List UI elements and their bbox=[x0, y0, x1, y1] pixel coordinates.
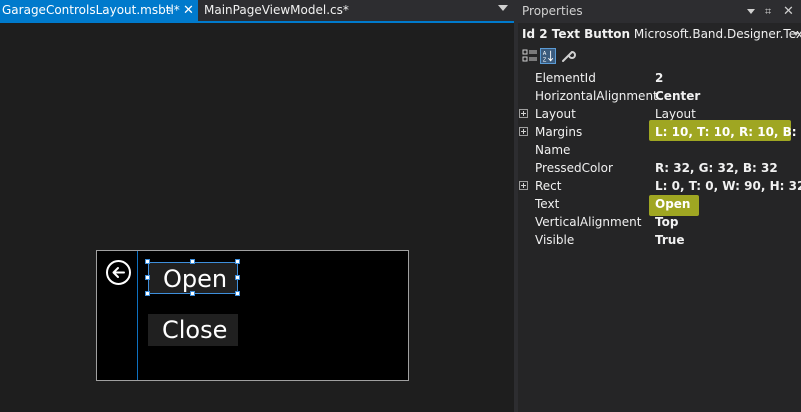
property-name: Rect bbox=[535, 179, 562, 193]
svg-text:Z: Z bbox=[543, 57, 547, 63]
property-name: Margins bbox=[535, 125, 583, 139]
wrench-icon[interactable] bbox=[560, 48, 576, 64]
designer-canvas: Open Close bbox=[0, 23, 514, 412]
tab-label: GarageControlsLayout.msbtl* bbox=[2, 3, 180, 17]
object-dropdown-icon[interactable] bbox=[793, 32, 799, 36]
property-value[interactable]: Center bbox=[655, 87, 700, 105]
property-row-elementid[interactable]: ElementId 2 bbox=[518, 69, 801, 87]
property-value[interactable]: L: 10, T: 10, R: 10, B: 10 bbox=[655, 123, 801, 141]
property-row-rect[interactable]: Rect L: 0, T: 0, W: 90, H: 32 bbox=[518, 177, 801, 195]
window-position-dropdown-icon[interactable] bbox=[747, 9, 755, 14]
property-name: ElementId bbox=[535, 71, 596, 85]
property-name: Visible bbox=[535, 233, 575, 247]
property-row-margins[interactable]: Margins L: 10, T: 10, R: 10, B: 10 bbox=[518, 120, 801, 141]
document-tab-bar: GarageControlsLayout.msbtl* ⌗ ✕ MainPage… bbox=[0, 0, 514, 23]
property-name: Name bbox=[535, 143, 571, 157]
close-icon[interactable]: ✕ bbox=[783, 0, 794, 23]
properties-toolbar: A Z bbox=[518, 46, 801, 66]
band-button-close[interactable]: Close bbox=[148, 314, 238, 346]
tab-garage-controls-layout[interactable]: GarageControlsLayout.msbtl* ⌗ ✕ bbox=[0, 0, 198, 21]
expand-plus-icon[interactable] bbox=[519, 127, 528, 136]
alphabetical-sort-icon[interactable]: A Z bbox=[540, 48, 556, 64]
selection-handle[interactable] bbox=[235, 275, 240, 280]
tab-label: MainPageViewModel.cs* bbox=[204, 3, 349, 17]
band-tile-preview: Open Close bbox=[96, 250, 409, 381]
selected-object-selector[interactable]: Id 2 Text Button Microsoft.Band.Designer… bbox=[518, 24, 801, 44]
categorized-view-icon[interactable] bbox=[522, 48, 538, 64]
property-row-text[interactable]: Text Open bbox=[518, 195, 801, 216]
property-row-horizontalalignment[interactable]: HorizontalAlignment Center bbox=[518, 87, 801, 105]
property-row-pressedcolor[interactable]: PressedColor R: 32, G: 32, B: 32 bbox=[518, 159, 801, 177]
property-name: PressedColor bbox=[535, 161, 613, 175]
property-name: HorizontalAlignment bbox=[535, 89, 658, 103]
selection-handle[interactable] bbox=[190, 259, 195, 264]
property-grid: ElementId 2 HorizontalAlignment Center L… bbox=[518, 69, 801, 249]
selection-handle[interactable] bbox=[235, 291, 240, 296]
close-icon[interactable]: ✕ bbox=[183, 0, 194, 21]
property-row-visible[interactable]: Visible True bbox=[518, 231, 801, 249]
property-name: Layout bbox=[535, 107, 576, 121]
property-value[interactable]: 2 bbox=[655, 69, 663, 87]
property-value[interactable]: True bbox=[655, 231, 684, 249]
back-arrow-icon[interactable] bbox=[106, 260, 131, 285]
properties-title: Properties bbox=[522, 4, 583, 18]
selection-handle[interactable] bbox=[145, 275, 150, 280]
property-value[interactable]: R: 32, G: 32, B: 32 bbox=[655, 159, 778, 177]
properties-panel: Properties ⌗ ✕ Id 2 Text Button Microsof… bbox=[518, 0, 801, 412]
property-name: Text bbox=[535, 197, 560, 211]
object-id: Id 2 Text Button bbox=[522, 27, 631, 41]
property-row-name[interactable]: Name bbox=[518, 141, 801, 159]
band-button-open[interactable]: Open bbox=[148, 262, 238, 294]
property-value[interactable]: Top bbox=[655, 213, 678, 231]
properties-title-bar: Properties ⌗ ✕ bbox=[518, 0, 801, 23]
expand-plus-icon[interactable] bbox=[519, 181, 528, 190]
selection-handle[interactable] bbox=[145, 259, 150, 264]
selection-handle[interactable] bbox=[190, 291, 195, 296]
object-type: Microsoft.Band.Designer.TextBut bbox=[633, 27, 801, 41]
property-value[interactable]: L: 0, T: 0, W: 90, H: 32 bbox=[655, 177, 801, 195]
selection-handle[interactable] bbox=[235, 259, 240, 264]
pin-icon[interactable]: ⌗ bbox=[166, 0, 172, 21]
tab-main-page-view-model[interactable]: MainPageViewModel.cs* bbox=[200, 0, 360, 21]
property-name: VerticalAlignment bbox=[535, 215, 642, 229]
pin-icon[interactable]: ⌗ bbox=[765, 0, 771, 23]
property-value[interactable]: Open bbox=[655, 195, 690, 213]
property-row-verticalalignment[interactable]: VerticalAlignment Top bbox=[518, 213, 801, 231]
tile-divider-line bbox=[137, 251, 138, 380]
expand-plus-icon[interactable] bbox=[519, 109, 528, 118]
tab-overflow-dropdown-icon[interactable] bbox=[498, 5, 508, 11]
selection-handle[interactable] bbox=[145, 291, 150, 296]
svg-text:A: A bbox=[543, 51, 547, 57]
